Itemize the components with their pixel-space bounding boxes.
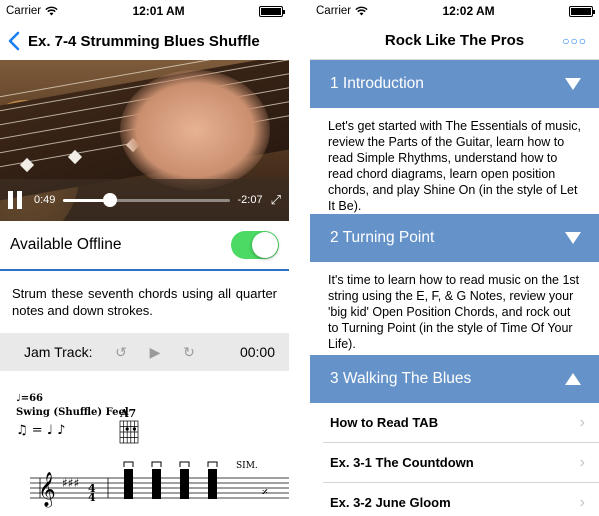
lesson-title: Ex. 3-1 The Countdown xyxy=(330,455,474,470)
offline-label: Available Offline xyxy=(10,236,122,253)
svg-text:𝄞: 𝄞 xyxy=(38,472,56,508)
nav-bar: Rock Like The Pros ○○○ xyxy=(310,22,599,60)
section-description: Let's get started with The Essentials of… xyxy=(328,119,581,213)
battery-icon xyxy=(568,5,595,17)
section-title: 2 Turning Point xyxy=(330,229,435,246)
battery-icon xyxy=(258,5,285,17)
staff-notation: 𝄞 ♯♯♯ 4 4 𝄎 xyxy=(30,420,289,508)
jam-track-time: 00:00 xyxy=(239,344,275,360)
lesson-title: Ex. 3-2 June Gloom xyxy=(330,495,451,510)
carrier-label: Carrier xyxy=(6,5,42,17)
video-player[interactable]: 0:49 -2:07 ⤢ xyxy=(0,60,289,221)
play-icon[interactable]: ▶ xyxy=(144,344,166,361)
svg-text:𝄎: 𝄎 xyxy=(262,485,268,499)
chevron-left-icon xyxy=(8,31,20,51)
screen-gap xyxy=(289,0,310,516)
section-description: It's time to learn how to read music on … xyxy=(328,273,580,351)
exercise-description: Strum these seventh chords using all qua… xyxy=(12,286,277,318)
chevron-right-icon: › xyxy=(579,413,585,431)
left-screen: Carrier 12:01 AM Ex. 7-4 Strumming Blues… xyxy=(0,0,289,516)
feel-marking: Swing (Shuffle) Feel xyxy=(16,407,129,418)
tempo-marking: ♩=66 xyxy=(16,393,44,404)
scrubber-knob[interactable] xyxy=(102,192,117,207)
status-time: 12:01 AM xyxy=(132,4,185,18)
sheet-music: 𝄞 ♯♯♯ 4 4 𝄎 ♩=66 Swing (Shuffle) Feel ♫ … xyxy=(0,371,289,516)
section-header-introduction[interactable]: 1 Introduction xyxy=(310,60,599,108)
video-scrubber[interactable] xyxy=(63,192,230,207)
status-bar: Carrier 12:01 AM xyxy=(0,0,289,22)
chevron-right-icon: › xyxy=(579,453,585,471)
jam-track-label: Jam Track: xyxy=(24,344,93,360)
chevron-right-icon: › xyxy=(579,493,585,511)
section-header-walking-the-blues[interactable]: 3 Walking The Blues xyxy=(310,355,599,403)
carrier-label: Carrier xyxy=(316,5,352,17)
collapse-arrow-icon xyxy=(565,373,581,385)
hand-image xyxy=(120,70,270,190)
video-controls: 0:49 -2:07 ⤢ xyxy=(0,179,289,221)
lesson-title: How to Read TAB xyxy=(330,415,439,430)
status-bar: Carrier 12:02 AM xyxy=(310,0,599,22)
right-screen: Carrier 12:02 AM Rock Like The Pros ○○○ … xyxy=(310,0,599,516)
swing-notation: ♫ = ♩ ♪ xyxy=(16,423,66,438)
more-icon[interactable]: ○○○ xyxy=(562,34,587,48)
forward-15-icon[interactable]: ↻ xyxy=(178,344,200,361)
expand-arrow-icon xyxy=(565,78,581,90)
status-time: 12:02 AM xyxy=(442,4,495,18)
svg-text:♯♯♯: ♯♯♯ xyxy=(62,476,79,490)
rewind-15-icon[interactable]: ↺ xyxy=(110,344,132,361)
elapsed-time: 0:49 xyxy=(34,194,56,206)
back-button[interactable] xyxy=(0,22,28,60)
list-item[interactable]: Ex. 3-2 June Gloom › xyxy=(323,483,599,516)
wifi-icon xyxy=(355,6,368,16)
section-header-turning-point[interactable]: 2 Turning Point xyxy=(310,214,599,262)
section-title: 3 Walking The Blues xyxy=(330,370,472,387)
nav-bar: Ex. 7-4 Strumming Blues Shuffle xyxy=(0,22,289,60)
list-item[interactable]: How to Read TAB › xyxy=(323,403,599,443)
chord-name: A7 xyxy=(120,407,137,420)
expand-arrow-icon xyxy=(565,232,581,244)
offline-row: Available Offline xyxy=(0,221,289,271)
page-title: Ex. 7-4 Strumming Blues Shuffle xyxy=(28,32,260,50)
wifi-icon xyxy=(45,6,58,16)
pause-button[interactable] xyxy=(8,191,26,209)
fullscreen-icon[interactable]: ⤢ xyxy=(271,192,281,208)
page-title: Rock Like The Pros xyxy=(384,32,525,49)
svg-text:4: 4 xyxy=(88,491,96,504)
jam-track-bar: Jam Track: ↺ ▶ ↻ 00:00 xyxy=(0,333,289,371)
list-item[interactable]: Ex. 3-1 The Countdown › xyxy=(323,443,599,483)
offline-toggle[interactable] xyxy=(231,231,279,259)
sim-marking: SIM. xyxy=(236,461,258,471)
section-title: 1 Introduction xyxy=(330,75,424,92)
remaining-time: -2:07 xyxy=(237,194,263,206)
